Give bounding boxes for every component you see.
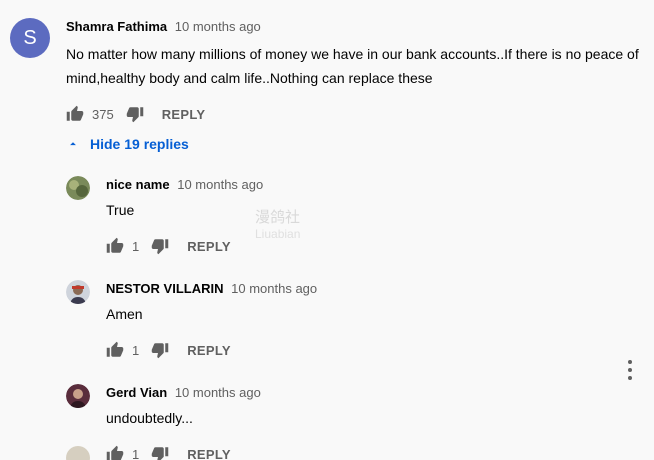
like-count: 1	[132, 446, 140, 460]
reply-button[interactable]: REPLY	[187, 239, 231, 254]
avatar[interactable]	[66, 280, 90, 304]
kebab-dot	[628, 368, 632, 372]
comment-thread: S Shamra Fathima 10 months ago No matter…	[10, 18, 640, 460]
reply-item: Gerd Vian 10 months ago undoubtedly... 1…	[66, 384, 640, 460]
thumbs-down-icon[interactable]	[151, 341, 169, 359]
thumbs-up-icon[interactable]	[106, 341, 124, 359]
kebab-dot	[628, 360, 632, 364]
comment-author[interactable]: Shamra Fathima	[66, 19, 167, 34]
reply-author[interactable]: NESTOR VILLARIN	[106, 281, 224, 296]
reply-body: nice name 10 months ago True 1 REPLY	[106, 176, 640, 262]
reply-header: nice name 10 months ago	[106, 176, 640, 194]
avatar[interactable]	[66, 384, 90, 408]
more-vertical-icon[interactable]	[624, 360, 636, 380]
reply-text: True	[106, 202, 135, 218]
thumbs-down-icon[interactable]	[151, 237, 169, 255]
kebab-dot	[628, 376, 632, 380]
comment-text: No matter how many millions of money we …	[66, 46, 639, 86]
reply-author[interactable]: nice name	[106, 177, 170, 192]
reply-header: NESTOR VILLARIN 10 months ago	[106, 280, 640, 298]
thumbs-up-icon[interactable]	[106, 237, 124, 255]
reply-actions: 1 REPLY	[106, 334, 640, 366]
reply-time[interactable]: 10 months ago	[231, 281, 317, 296]
thumbs-down-icon[interactable]	[151, 445, 169, 460]
comment-header: Shamra Fathima 10 months ago	[66, 18, 640, 36]
main-comment: S Shamra Fathima 10 months ago No matter…	[10, 18, 640, 130]
reply-header: Gerd Vian 10 months ago	[106, 384, 640, 402]
replies-list: nice name 10 months ago True 1 REPLY NES…	[66, 176, 640, 460]
reply-button[interactable]: REPLY	[187, 447, 231, 460]
avatar[interactable]: S	[10, 18, 50, 58]
thumbs-down-icon[interactable]	[126, 105, 144, 123]
comment-time[interactable]: 10 months ago	[175, 19, 261, 34]
reply-actions: 1 REPLY	[106, 230, 640, 262]
comment-actions: 375 REPLY	[66, 98, 640, 130]
reply-author[interactable]: Gerd Vian	[106, 385, 167, 400]
hide-replies-label: Hide 19 replies	[90, 136, 189, 152]
thumbs-up-icon[interactable]	[66, 105, 84, 123]
reply-time[interactable]: 10 months ago	[175, 385, 261, 400]
reply-body: NESTOR VILLARIN 10 months ago Amen 1 REP…	[106, 280, 640, 366]
reply-body: Gerd Vian 10 months ago undoubtedly... 1…	[106, 384, 640, 460]
avatar-letter: S	[23, 26, 37, 49]
reply-button[interactable]: REPLY	[187, 343, 231, 358]
reply-time[interactable]: 10 months ago	[177, 177, 263, 192]
reply-item: nice name 10 months ago True 1 REPLY	[66, 176, 640, 262]
comment-body: Shamra Fathima 10 months ago No matter h…	[66, 18, 640, 130]
reply-text: Amen	[106, 306, 143, 322]
reply-actions: 1 REPLY	[106, 438, 640, 460]
thumbs-up-icon[interactable]	[106, 445, 124, 460]
reply-button[interactable]: REPLY	[162, 107, 206, 122]
like-count: 1	[132, 238, 140, 254]
reply-item: NESTOR VILLARIN 10 months ago Amen 1 REP…	[66, 280, 640, 366]
like-count: 1	[132, 342, 140, 358]
comments-section: S Shamra Fathima 10 months ago No matter…	[0, 0, 654, 460]
reply-text: undoubtedly...	[106, 410, 193, 426]
like-count: 375	[92, 106, 114, 122]
hide-replies-button[interactable]: Hide 19 replies	[66, 130, 640, 158]
avatar[interactable]	[66, 176, 90, 200]
chevron-up-icon	[70, 142, 76, 146]
